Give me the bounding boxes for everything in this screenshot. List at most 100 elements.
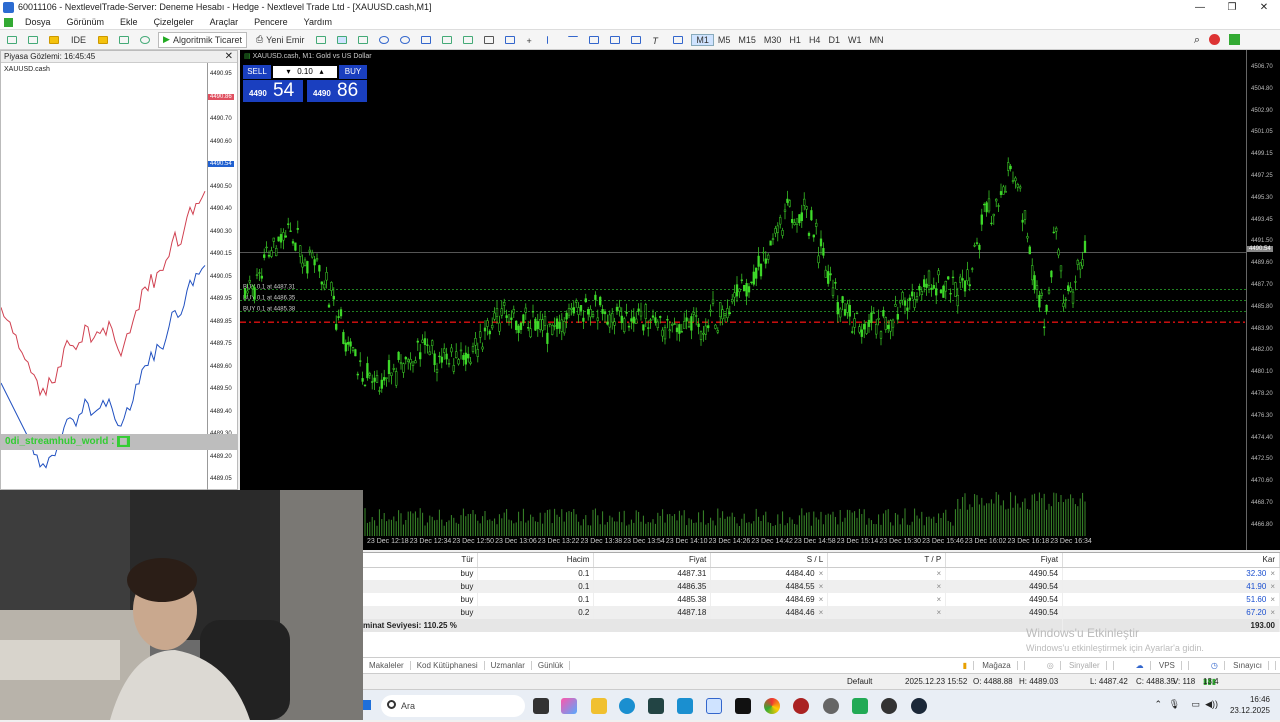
trade-column-header[interactable]: Tür [363, 553, 479, 568]
crosshair-icon[interactable]: + [523, 32, 539, 48]
new-order-button[interactable]: ⎙ Yeni Emir [252, 32, 308, 48]
edge-icon[interactable] [619, 698, 635, 714]
tf-h4[interactable]: H4 [805, 35, 825, 45]
grid-icon[interactable] [418, 32, 434, 48]
close-button[interactable]: ✕ [1248, 0, 1280, 15]
remove-icon[interactable]: × [936, 608, 941, 617]
task-view-icon[interactable] [533, 698, 549, 714]
navigator-icon[interactable] [46, 32, 62, 48]
file-explorer-icon[interactable] [591, 698, 607, 714]
volume-up-icon[interactable]: ▴ [319, 67, 323, 76]
taskbar-clock[interactable]: 16:46 23.12.2025 [1230, 694, 1270, 716]
close-icon[interactable]: ✕ [225, 51, 233, 63]
candle-chart-icon[interactable] [334, 32, 350, 48]
bar-chart-icon[interactable] [313, 32, 329, 48]
tf-m5[interactable]: M5 [714, 35, 735, 45]
remove-icon[interactable]: × [1270, 582, 1275, 591]
shapes-icon[interactable] [670, 32, 686, 48]
volume-input[interactable]: ▾ 0.10 ▴ [273, 66, 337, 78]
account-icon[interactable] [1229, 34, 1240, 45]
buy-button[interactable]: BUY [339, 65, 367, 79]
microphone-icon[interactable]: 🎙 [1169, 699, 1180, 710]
tab-code-base[interactable]: Kod Kütüphanesi [411, 661, 485, 670]
tab-journal[interactable]: Günlük [532, 661, 571, 670]
tab-experts[interactable]: Uzmanlar [485, 661, 532, 670]
line-chart-icon[interactable] [355, 32, 371, 48]
tf-m15[interactable]: M15 [734, 35, 760, 45]
new-chart-icon[interactable] [4, 32, 20, 48]
tray-chevron-icon[interactable]: ⌃ [1154, 699, 1162, 710]
tf-h1[interactable]: H1 [785, 35, 805, 45]
cloud-icon[interactable] [116, 32, 132, 48]
remove-icon[interactable]: × [819, 569, 824, 578]
volume-icon[interactable]: ◀)) [1205, 699, 1218, 710]
app-menu-icon[interactable] [4, 17, 13, 27]
zoom-in-icon[interactable] [376, 32, 392, 48]
time-scale[interactable]: 23 Dec 12:18 23 Dec 12:34 23 Dec 12:50 23 D… [362, 536, 1246, 550]
remove-icon[interactable]: × [819, 582, 824, 591]
remove-icon[interactable]: × [936, 582, 941, 591]
tab-articles[interactable]: Makaleler [363, 661, 411, 670]
cursor-icon[interactable] [502, 32, 518, 48]
lock-icon[interactable] [95, 32, 111, 48]
trade-row[interactable]: buy 0.1 4486.35 4484.55 × × 4490.54 41.90 × [363, 580, 1280, 593]
start-icon[interactable] [363, 700, 371, 710]
trade-column-header[interactable]: Fiyat [593, 553, 712, 568]
trade-column-header[interactable]: S / L [710, 553, 829, 568]
menu-insert[interactable]: Ekle [112, 17, 146, 27]
trendline-icon[interactable] [586, 32, 602, 48]
main-chart[interactable]: BUY 0.1 at 4487.31 BUY 0.1 at 4486.35 BUY … [240, 50, 1280, 550]
minimize-button[interactable]: — [1184, 0, 1216, 15]
trade-row[interactable]: buy 0.1 4485.38 4484.69 × × 4490.54 51.60 × [363, 593, 1280, 606]
display-icon[interactable]: ▭ [1191, 699, 1200, 710]
remove-icon[interactable]: × [1270, 608, 1275, 617]
mail-icon[interactable] [677, 698, 693, 714]
copilot-icon[interactable] [561, 698, 577, 714]
algo-trading-button[interactable]: ▶ Algoritmik Ticaret [158, 31, 247, 48]
obs-icon[interactable] [881, 698, 897, 714]
zoom-out-icon[interactable] [397, 32, 413, 48]
tf-d1[interactable]: D1 [824, 35, 844, 45]
trade-row[interactable]: buy 0.2 4487.18 4484.46 × × 4490.54 67.20 × [363, 606, 1280, 619]
trade-column-header[interactable]: T / P [827, 553, 947, 568]
settings-icon[interactable] [823, 698, 839, 714]
vertical-line-icon[interactable] [544, 32, 560, 48]
ide-button[interactable]: IDE [67, 32, 90, 48]
horizontal-line-icon[interactable] [565, 32, 581, 48]
signals-icon[interactable] [137, 32, 153, 48]
remove-icon[interactable]: × [936, 595, 941, 604]
tf-m1[interactable]: M1 [691, 33, 714, 46]
text-icon[interactable]: T [649, 32, 665, 48]
chart-shift-icon[interactable] [460, 32, 476, 48]
menu-window[interactable]: Pencere [246, 17, 296, 27]
autoscroll-icon[interactable] [439, 32, 455, 48]
volume-down-icon[interactable]: ▾ [287, 67, 291, 76]
channel-icon[interactable] [607, 32, 623, 48]
trade-column-header[interactable]: Hacim [477, 553, 595, 568]
maximize-button[interactable]: ❐ [1216, 0, 1248, 15]
screenshot-icon[interactable] [481, 32, 497, 48]
profiles-icon[interactable] [25, 32, 41, 48]
tf-m30[interactable]: M30 [760, 35, 786, 45]
vps-link[interactable]: ☁ VPS [1124, 661, 1189, 670]
steam-icon[interactable] [911, 698, 927, 714]
candlestick-chart[interactable]: BUY 0.1 at 4487.31 BUY 0.1 at 4486.35 BUY … [240, 50, 1246, 550]
remove-icon[interactable]: × [1270, 569, 1275, 578]
notepad-icon[interactable] [852, 698, 868, 714]
sell-price-box[interactable]: 4490 54 [243, 80, 303, 102]
price-scale[interactable]: 4506.70 4504.80 4502.90 4501.05 4499.15 4497.… [1246, 50, 1280, 550]
menu-view[interactable]: Görünüm [59, 17, 113, 27]
search-icon[interactable]: ⌕ [1194, 34, 1200, 47]
buy-price-box[interactable]: 4490 86 [307, 80, 367, 102]
remove-icon[interactable]: × [819, 608, 824, 617]
metatrader-icon[interactable] [706, 698, 722, 714]
trade-column-header[interactable]: Kar [1062, 553, 1280, 568]
tradingview-icon[interactable] [735, 698, 751, 714]
menu-file[interactable]: Dosya [17, 17, 59, 27]
remove-icon[interactable]: × [936, 569, 941, 578]
signals-link[interactable]: ◎ Sinyaller [1035, 661, 1114, 670]
volume-value[interactable]: 0.10 [297, 67, 313, 76]
menu-tools[interactable]: Araçlar [202, 17, 247, 27]
menu-help[interactable]: Yardım [296, 17, 340, 27]
notifications-icon[interactable] [1209, 34, 1220, 45]
